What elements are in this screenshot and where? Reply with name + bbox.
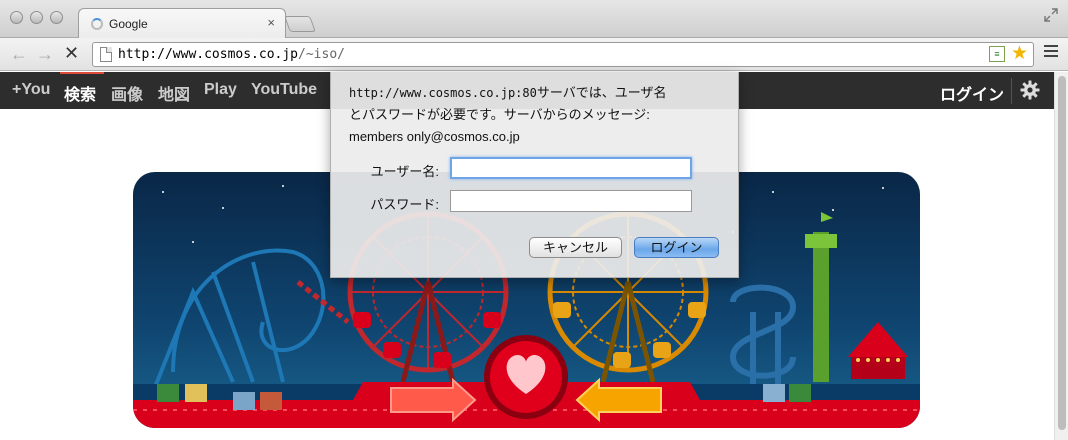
tab-title: Google — [109, 17, 148, 31]
gbar-item-search[interactable]: 検索 — [64, 81, 96, 105]
page-action-icon[interactable]: ≡ — [989, 46, 1005, 62]
heart-button-icon[interactable] — [484, 335, 568, 419]
gbar-item-youtube[interactable]: YouTube — [251, 81, 317, 99]
new-tab-button[interactable] — [284, 16, 316, 32]
stop-loading-button[interactable]: ✕ — [64, 43, 79, 64]
sign-in-link[interactable]: ログイン — [940, 81, 1004, 105]
gear-icon[interactable] — [1020, 80, 1040, 100]
auth-message-line2: とパスワードが必要です。サーバからのメッセージ: — [349, 107, 650, 122]
minimize-window-button[interactable] — [30, 11, 43, 24]
gbar-divider — [1011, 78, 1012, 104]
scrollbar-thumb[interactable] — [1058, 76, 1066, 430]
gbar-item-images[interactable]: 画像 — [111, 81, 143, 105]
gbar-item-maps[interactable]: 地図 — [158, 81, 190, 105]
cancel-button[interactable]: キャンセル — [529, 237, 622, 258]
gbar-item-play[interactable]: Play — [204, 81, 237, 99]
chrome-menu-icon[interactable] — [1044, 45, 1058, 59]
page-scrollbar[interactable] — [1054, 72, 1068, 440]
fullscreen-icon[interactable] — [1044, 8, 1058, 22]
auth-message-line3: members only@cosmos.co.jp — [349, 129, 520, 144]
tab-close-icon[interactable]: × — [267, 15, 275, 30]
auth-message: http://www.cosmos.co.jp:80サーバでは、ユーザ名 とパス… — [349, 82, 729, 148]
back-button[interactable]: ← — [10, 44, 28, 64]
authentication-dialog: http://www.cosmos.co.jp:80サーバでは、ユーザ名 とパス… — [330, 72, 739, 278]
browser-tab[interactable]: Google × — [78, 8, 286, 39]
username-field[interactable] — [450, 157, 692, 179]
address-bar[interactable]: http://www.cosmos.co.jp/~iso/ ≡ ★ — [92, 42, 1034, 67]
page-icon — [100, 47, 112, 62]
url-host: http://www.cosmos.co.jp — [118, 47, 299, 62]
username-label: ユーザー名: — [370, 164, 439, 179]
bookmark-star-icon[interactable]: ★ — [1011, 43, 1028, 65]
url-path: /~iso/ — [298, 47, 345, 62]
auth-message-line1: サーバでは、ユーザ名 — [536, 85, 667, 100]
browser-tab-strip: Google × — [0, 0, 1068, 39]
browser-toolbar: ← → ✕ http://www.cosmos.co.jp/~iso/ ≡ ★ — [0, 38, 1068, 71]
url-text[interactable]: http://www.cosmos.co.jp/~iso/ — [118, 47, 345, 62]
password-label: パスワード: — [370, 197, 439, 212]
active-indicator — [60, 72, 104, 74]
loading-spinner-icon — [91, 18, 103, 30]
close-window-button[interactable] — [10, 11, 23, 24]
password-field[interactable] — [450, 190, 692, 212]
zoom-window-button[interactable] — [50, 11, 63, 24]
auth-host: http://www.cosmos.co.jp:80 — [349, 86, 537, 100]
login-button[interactable]: ログイン — [634, 237, 719, 258]
gbar-item-plus-you[interactable]: +You — [12, 81, 50, 99]
forward-button[interactable]: → — [36, 44, 54, 64]
